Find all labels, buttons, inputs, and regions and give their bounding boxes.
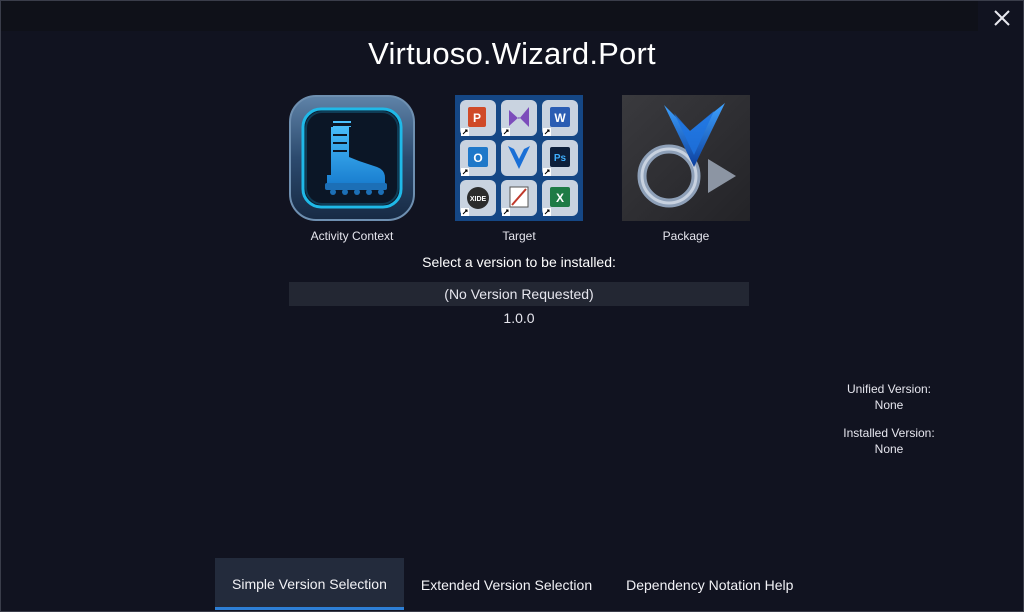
app-grid-icon: P W O Ps XIDE X bbox=[455, 95, 583, 221]
package-icon bbox=[622, 95, 750, 221]
tile-label: Activity Context bbox=[310, 229, 394, 243]
tile-label: Target bbox=[502, 229, 536, 243]
tab-dependency-notation-help[interactable]: Dependency Notation Help bbox=[609, 558, 810, 610]
page-title: Virtuoso.Wizard.Port bbox=[368, 36, 656, 71]
tab-bar: Simple Version Selection Extended Versio… bbox=[215, 558, 810, 610]
version-option-1-0-0[interactable]: 1.0.0 bbox=[289, 306, 749, 330]
close-icon bbox=[994, 10, 1010, 26]
tile-target[interactable]: P W O Ps XIDE X Target bbox=[439, 95, 599, 243]
tab-extended-version-selection[interactable]: Extended Version Selection bbox=[404, 558, 609, 610]
svg-text:X: X bbox=[556, 191, 564, 205]
unified-version-label: Unified Version: bbox=[846, 382, 932, 396]
tile-package[interactable]: Package bbox=[606, 95, 766, 243]
close-button[interactable] bbox=[990, 6, 1014, 30]
unified-version-info: Unified Version: None bbox=[830, 381, 948, 413]
version-option-none[interactable]: (No Version Requested) bbox=[289, 282, 749, 306]
installed-version-info: Installed Version: None bbox=[830, 425, 948, 457]
unified-version-value: None bbox=[874, 398, 904, 412]
installed-version-label: Installed Version: bbox=[843, 426, 935, 440]
boot-icon bbox=[289, 95, 415, 221]
title-bar bbox=[1, 1, 978, 31]
svg-text:W: W bbox=[554, 111, 566, 125]
installed-version-value: None bbox=[874, 442, 904, 456]
tile-activity-context[interactable]: Activity Context bbox=[272, 95, 432, 243]
tile-label: Package bbox=[662, 229, 710, 243]
svg-text:Ps: Ps bbox=[554, 153, 567, 164]
svg-text:O: O bbox=[473, 151, 482, 165]
version-prompt: Select a version to be installed: bbox=[422, 254, 616, 270]
svg-text:XIDE: XIDE bbox=[470, 196, 487, 203]
tab-simple-version-selection[interactable]: Simple Version Selection bbox=[215, 558, 404, 610]
svg-text:P: P bbox=[473, 111, 481, 125]
version-list[interactable]: (No Version Requested) 1.0.0 bbox=[289, 282, 749, 330]
